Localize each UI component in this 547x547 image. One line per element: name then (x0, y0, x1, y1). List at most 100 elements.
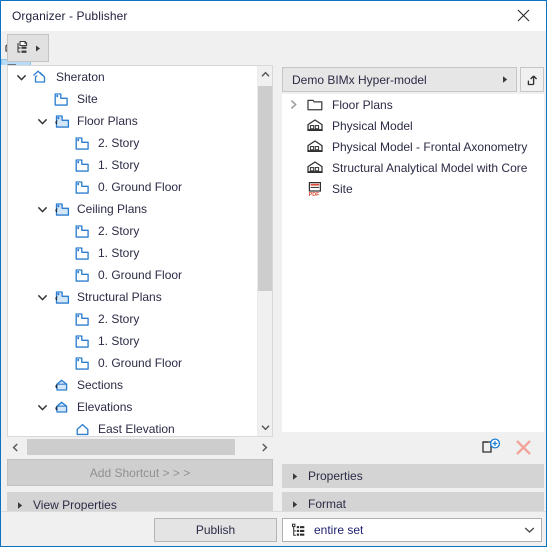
set-list-item-label: Floor Plans (332, 97, 393, 112)
tree-row[interactable]: 2. Story (8, 220, 258, 242)
tree-view-mode-button[interactable] (7, 34, 49, 62)
bottom-bar: Publish entire set (1, 511, 546, 546)
tree-row-label: 1. Story (98, 246, 140, 260)
add-shortcut-label: Add Shortcut > > > (89, 465, 191, 480)
window-title: Organizer - Publisher (12, 9, 128, 23)
chevron-down-icon (37, 206, 47, 213)
tree-twisty-empty (54, 176, 72, 198)
floor-plan-icon (72, 308, 92, 330)
tree-row-label: East Elevation (98, 422, 175, 436)
tree-row-label: 2. Story (98, 136, 140, 150)
tree-horizontal-scrollbar[interactable] (7, 439, 273, 455)
new-folder-button[interactable] (478, 435, 504, 461)
floor-plan-icon (75, 158, 89, 172)
navigate-up-button[interactable] (520, 67, 544, 92)
tree-twisty-toggle[interactable] (33, 198, 51, 220)
tree-row-label: Site (77, 92, 98, 106)
floor-plan-icon (72, 176, 92, 198)
tree-twisty-toggle[interactable] (33, 396, 51, 418)
project-house-icon (33, 70, 46, 83)
floor-plan-icon (75, 136, 89, 150)
tree-row[interactable]: 0. Ground Floor (8, 176, 258, 198)
tree-row[interactable]: 2. Story (8, 308, 258, 330)
floor-plan-icon (72, 154, 92, 176)
tree-twisty-empty (54, 418, 72, 436)
tree-row[interactable]: Site (8, 88, 258, 110)
floor-plan-icon (75, 356, 89, 370)
project-tree: Sheraton Site Floor Plans 2. Story 1. Story 0… (8, 66, 258, 436)
tree-row[interactable]: 1. Story (8, 154, 258, 176)
bimx-model-icon (307, 140, 323, 152)
floor-plan-icon (75, 246, 89, 260)
arrow-up-level-icon (527, 75, 537, 86)
floor-plan-folder-icon (54, 114, 69, 128)
expand-arrow-icon (282, 463, 308, 489)
tree-row[interactable]: Floor Plans (8, 110, 258, 132)
tree-row-label: 1. Story (98, 158, 140, 172)
tree-row[interactable]: 1. Story (8, 242, 258, 264)
elevation-icon (76, 423, 88, 435)
scroll-left-button[interactable] (7, 439, 24, 455)
tree-twisty-toggle[interactable] (12, 66, 30, 88)
tree-row[interactable]: Elevations (8, 396, 258, 418)
tree-twisty-toggle[interactable] (33, 110, 51, 132)
new-folder-icon (481, 438, 500, 453)
scroll-down-button[interactable] (258, 419, 272, 436)
chevron-right-icon (290, 100, 297, 109)
floor-plan-folder-icon (51, 110, 71, 132)
elevation-icon (72, 418, 92, 436)
set-list-item[interactable]: Floor Plans (282, 94, 544, 115)
tree-row-label: Elevations (77, 400, 133, 414)
set-list-item[interactable]: PDF Site (282, 178, 544, 199)
chevron-down-icon (37, 404, 47, 411)
publish-scope-value: entire set (314, 523, 364, 537)
tree-row[interactable]: Ceiling Plans (8, 198, 258, 220)
horizontal-scroll-track[interactable] (24, 439, 256, 455)
tree-row-label: 1. Story (98, 334, 140, 348)
delete-icon (515, 440, 531, 455)
left-panel: Sheraton Site Floor Plans 2. Story 1. Story 0… (1, 65, 278, 546)
tree-row[interactable]: Structural Plans (8, 286, 258, 308)
close-button[interactable] (501, 1, 546, 30)
chevron-down-icon (37, 118, 47, 125)
tree-vertical-scrollbar[interactable] (257, 66, 272, 436)
set-list-item[interactable]: Physical Model (282, 115, 544, 136)
tree-row[interactable]: East Elevation (8, 418, 258, 436)
delete-button[interactable] (510, 435, 536, 461)
scroll-right-button[interactable] (256, 439, 273, 455)
tree-row[interactable]: 1. Story (8, 330, 258, 352)
tree-twisty-empty (54, 352, 72, 374)
section-folder-icon (51, 374, 71, 396)
tree-twisty-empty (54, 308, 72, 330)
publish-button[interactable]: Publish (154, 518, 277, 542)
floor-plan-icon (72, 352, 92, 374)
tree-row[interactable]: 0. Ground Floor (8, 352, 258, 374)
right-panel: Demo BIMx Hyper-model Floor Plans Physica… (278, 65, 546, 546)
publisher-set-path-combo[interactable]: Demo BIMx Hyper-model (282, 67, 517, 92)
set-list-item[interactable]: Structural Analytical Model with Core (282, 157, 544, 178)
add-shortcut-button[interactable]: Add Shortcut > > > (7, 459, 273, 486)
tree-twisty-toggle[interactable] (282, 94, 304, 115)
chevron-left-icon (12, 442, 18, 452)
chevron-down-icon (16, 74, 26, 81)
floor-plan-icon (75, 334, 89, 348)
set-list-item[interactable]: Physical Model - Frontal Axonometry (282, 136, 544, 157)
publish-scope-select[interactable]: entire set (282, 518, 542, 542)
floor-plan-folder-icon (51, 286, 71, 308)
tree-row[interactable]: 2. Story (8, 132, 258, 154)
scrollbar-thumb[interactable] (258, 86, 272, 291)
tree-twisty-empty (282, 178, 304, 199)
properties-section[interactable]: Properties (282, 464, 544, 488)
tree-row-label: Ceiling Plans (77, 202, 148, 216)
tree-row[interactable]: Sections (8, 374, 258, 396)
horizontal-scrollbar-thumb[interactable] (27, 439, 235, 455)
chevron-down-icon (517, 519, 541, 541)
tree-twisty-toggle[interactable] (33, 286, 51, 308)
tree-twisty-empty (282, 136, 304, 157)
tree-row-label: 0. Ground Floor (98, 180, 183, 194)
scroll-up-button[interactable] (258, 66, 272, 83)
toolbar (1, 31, 546, 227)
tree-row[interactable]: 0. Ground Floor (8, 264, 258, 286)
tree-twisty-empty (33, 374, 51, 396)
tree-row[interactable]: Sheraton (8, 66, 258, 88)
